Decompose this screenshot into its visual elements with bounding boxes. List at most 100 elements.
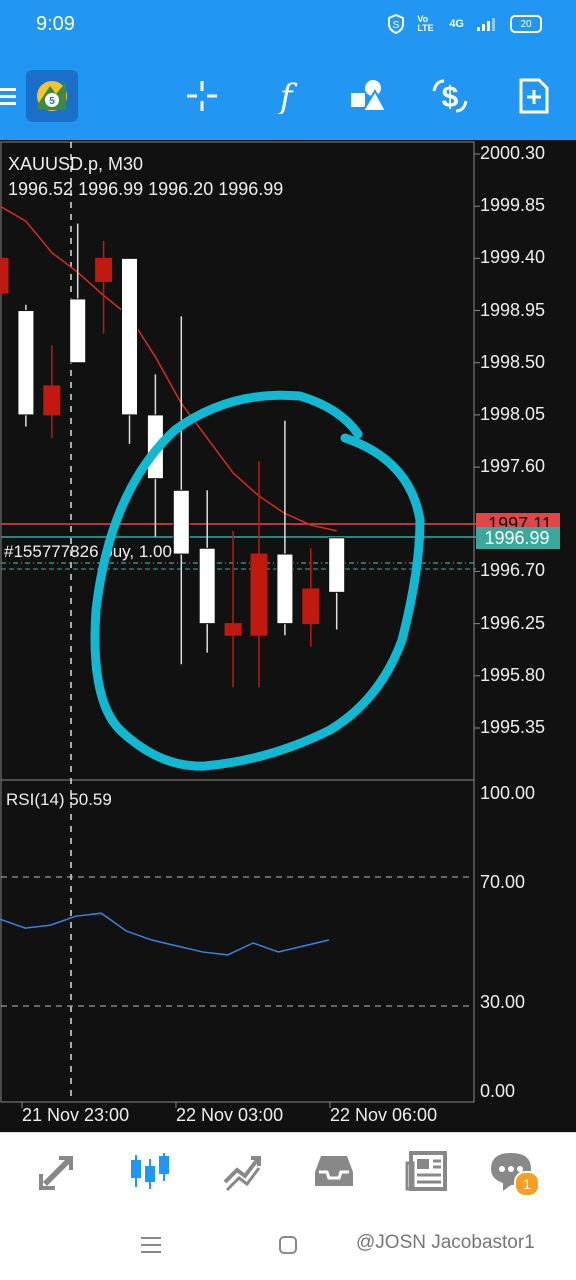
nav-history[interactable] — [310, 1147, 358, 1195]
candle — [250, 461, 268, 688]
price-tick-label: 1999.85 — [480, 195, 546, 216]
messages-badge-count: 1 — [523, 1176, 531, 1192]
recent-apps-button[interactable] — [140, 1234, 162, 1256]
price-tick-label: 1996.70 — [480, 560, 546, 581]
time-tick-label: 22 Nov 03:00 — [176, 1105, 284, 1125]
status-bar: 9:09 S Vo LTE 4G 20 — [0, 0, 576, 50]
rsi-tick-label: 70.00 — [480, 872, 526, 893]
price-tick-label: 1997.60 — [480, 456, 546, 477]
symbol-dollar-icon: $ — [432, 79, 468, 114]
nav-chart[interactable] — [126, 1147, 174, 1195]
price-tick-label: 1998.05 — [480, 403, 546, 424]
indicators-f-icon: f — [277, 78, 298, 114]
hamburger-icon — [0, 88, 16, 105]
volte-icon: Vo LTE — [417, 14, 434, 33]
signal-icon — [477, 18, 495, 31]
candle-body — [43, 385, 61, 416]
candle — [43, 345, 61, 439]
home-square-icon — [279, 1236, 297, 1254]
candle — [276, 420, 294, 636]
symbol-label: XAUUSD.p, M30 — [8, 154, 143, 174]
candle — [95, 240, 113, 334]
candle-body — [69, 298, 87, 364]
candle-body — [250, 553, 268, 636]
price-tick-label: 1996.25 — [480, 612, 546, 633]
rsi-tick-label: 30.00 — [480, 991, 526, 1012]
main-chart-frame — [0, 141, 475, 781]
nav-quotes[interactable] — [34, 1147, 82, 1195]
toolbar: 5 f $ — [0, 50, 576, 140]
chart-area[interactable]: 1997.11 1996.99 XAUUSD.p, M30 1996.52 19… — [0, 140, 576, 1132]
order-label: #155777826 buy, 1.00 — [4, 542, 172, 561]
nav-trade[interactable] — [218, 1147, 266, 1195]
moving-average-line — [0, 205, 337, 532]
candle — [121, 257, 138, 444]
time-tick-label: 22 Nov 06:00 — [330, 1105, 438, 1125]
network-type-icon: 4G — [449, 18, 464, 30]
price-tick-label: 1998.95 — [480, 299, 546, 320]
rsi-line — [0, 912, 330, 956]
candle — [224, 530, 242, 688]
candle-body — [302, 588, 320, 625]
candle-body — [95, 257, 113, 283]
candle-body — [172, 489, 190, 555]
indicators-button[interactable]: f — [264, 74, 308, 118]
candle-body — [17, 310, 35, 416]
svg-text:$: $ — [442, 81, 459, 114]
trade-icon — [223, 1156, 261, 1192]
time-tick-label: 21 Nov 23:00 — [22, 1105, 130, 1125]
candle-body — [328, 537, 346, 593]
mt5-logo-icon: 5 — [37, 81, 67, 111]
candle — [198, 490, 216, 653]
bottom-nav: 1 — [0, 1132, 576, 1211]
ohlc-label: 1996.52 1996.99 1996.20 1996.99 — [8, 179, 283, 199]
menu-lines-icon — [141, 1237, 161, 1253]
status-icons: S Vo LTE 4G 20 — [387, 14, 542, 34]
candle — [17, 304, 35, 427]
candle — [0, 257, 9, 294]
rsi-tick-label: 0.00 — [480, 1081, 516, 1101]
battery-level: 20 — [520, 18, 532, 30]
chart-candles-icon — [131, 1153, 169, 1189]
nav-news[interactable] — [402, 1147, 450, 1195]
price-tick-label: 2000.30 — [480, 143, 546, 163]
crosshair-icon — [187, 81, 217, 111]
price-tick-label: 1999.40 — [480, 247, 546, 268]
candle-body — [121, 257, 138, 416]
new-order-button[interactable] — [512, 74, 556, 118]
nav-messages[interactable]: 1 — [488, 1147, 540, 1197]
quotes-arrows-icon — [39, 1156, 73, 1190]
candle — [172, 316, 190, 665]
candle — [69, 223, 87, 364]
hamburger-menu-button[interactable] — [0, 74, 22, 118]
watermark: @JOSN Jacobastor1 — [356, 1232, 535, 1253]
price-tick-label: 1995.80 — [480, 664, 546, 685]
candle-body — [198, 547, 216, 625]
candle-body — [0, 257, 9, 294]
symbols-button[interactable]: $ — [428, 74, 472, 118]
messages-badge: 1 — [514, 1171, 540, 1197]
history-inbox-icon — [315, 1156, 353, 1186]
objects-button[interactable] — [346, 74, 390, 118]
price-tick-label: 1995.35 — [480, 717, 546, 737]
crosshair-button[interactable] — [180, 74, 224, 118]
candle — [328, 537, 346, 630]
rsi-tick-label: 100.00 — [480, 783, 536, 803]
system-nav: @JOSN Jacobastor1 — [0, 1210, 576, 1280]
rsi-label: RSI(14) 50.59 — [6, 790, 112, 809]
shield-icon: S — [388, 14, 405, 34]
svg-text:S: S — [393, 20, 400, 31]
new-order-icon — [519, 78, 549, 114]
price-chart[interactable]: 1997.11 1996.99 XAUUSD.p, M30 1996.52 19… — [0, 140, 576, 1132]
candle-body — [224, 623, 242, 636]
candle-body — [276, 553, 294, 625]
app-logo: 5 — [26, 70, 78, 122]
status-time: 9:09 — [36, 13, 75, 35]
home-button[interactable] — [278, 1235, 298, 1255]
bid-price-label: 1996.99 — [484, 528, 549, 548]
svg-text:5: 5 — [49, 96, 55, 107]
rsi-chart-frame — [0, 779, 475, 1103]
news-icon — [405, 1151, 447, 1191]
svg-text:f: f — [277, 78, 298, 114]
price-tick-label: 1998.50 — [480, 351, 546, 372]
